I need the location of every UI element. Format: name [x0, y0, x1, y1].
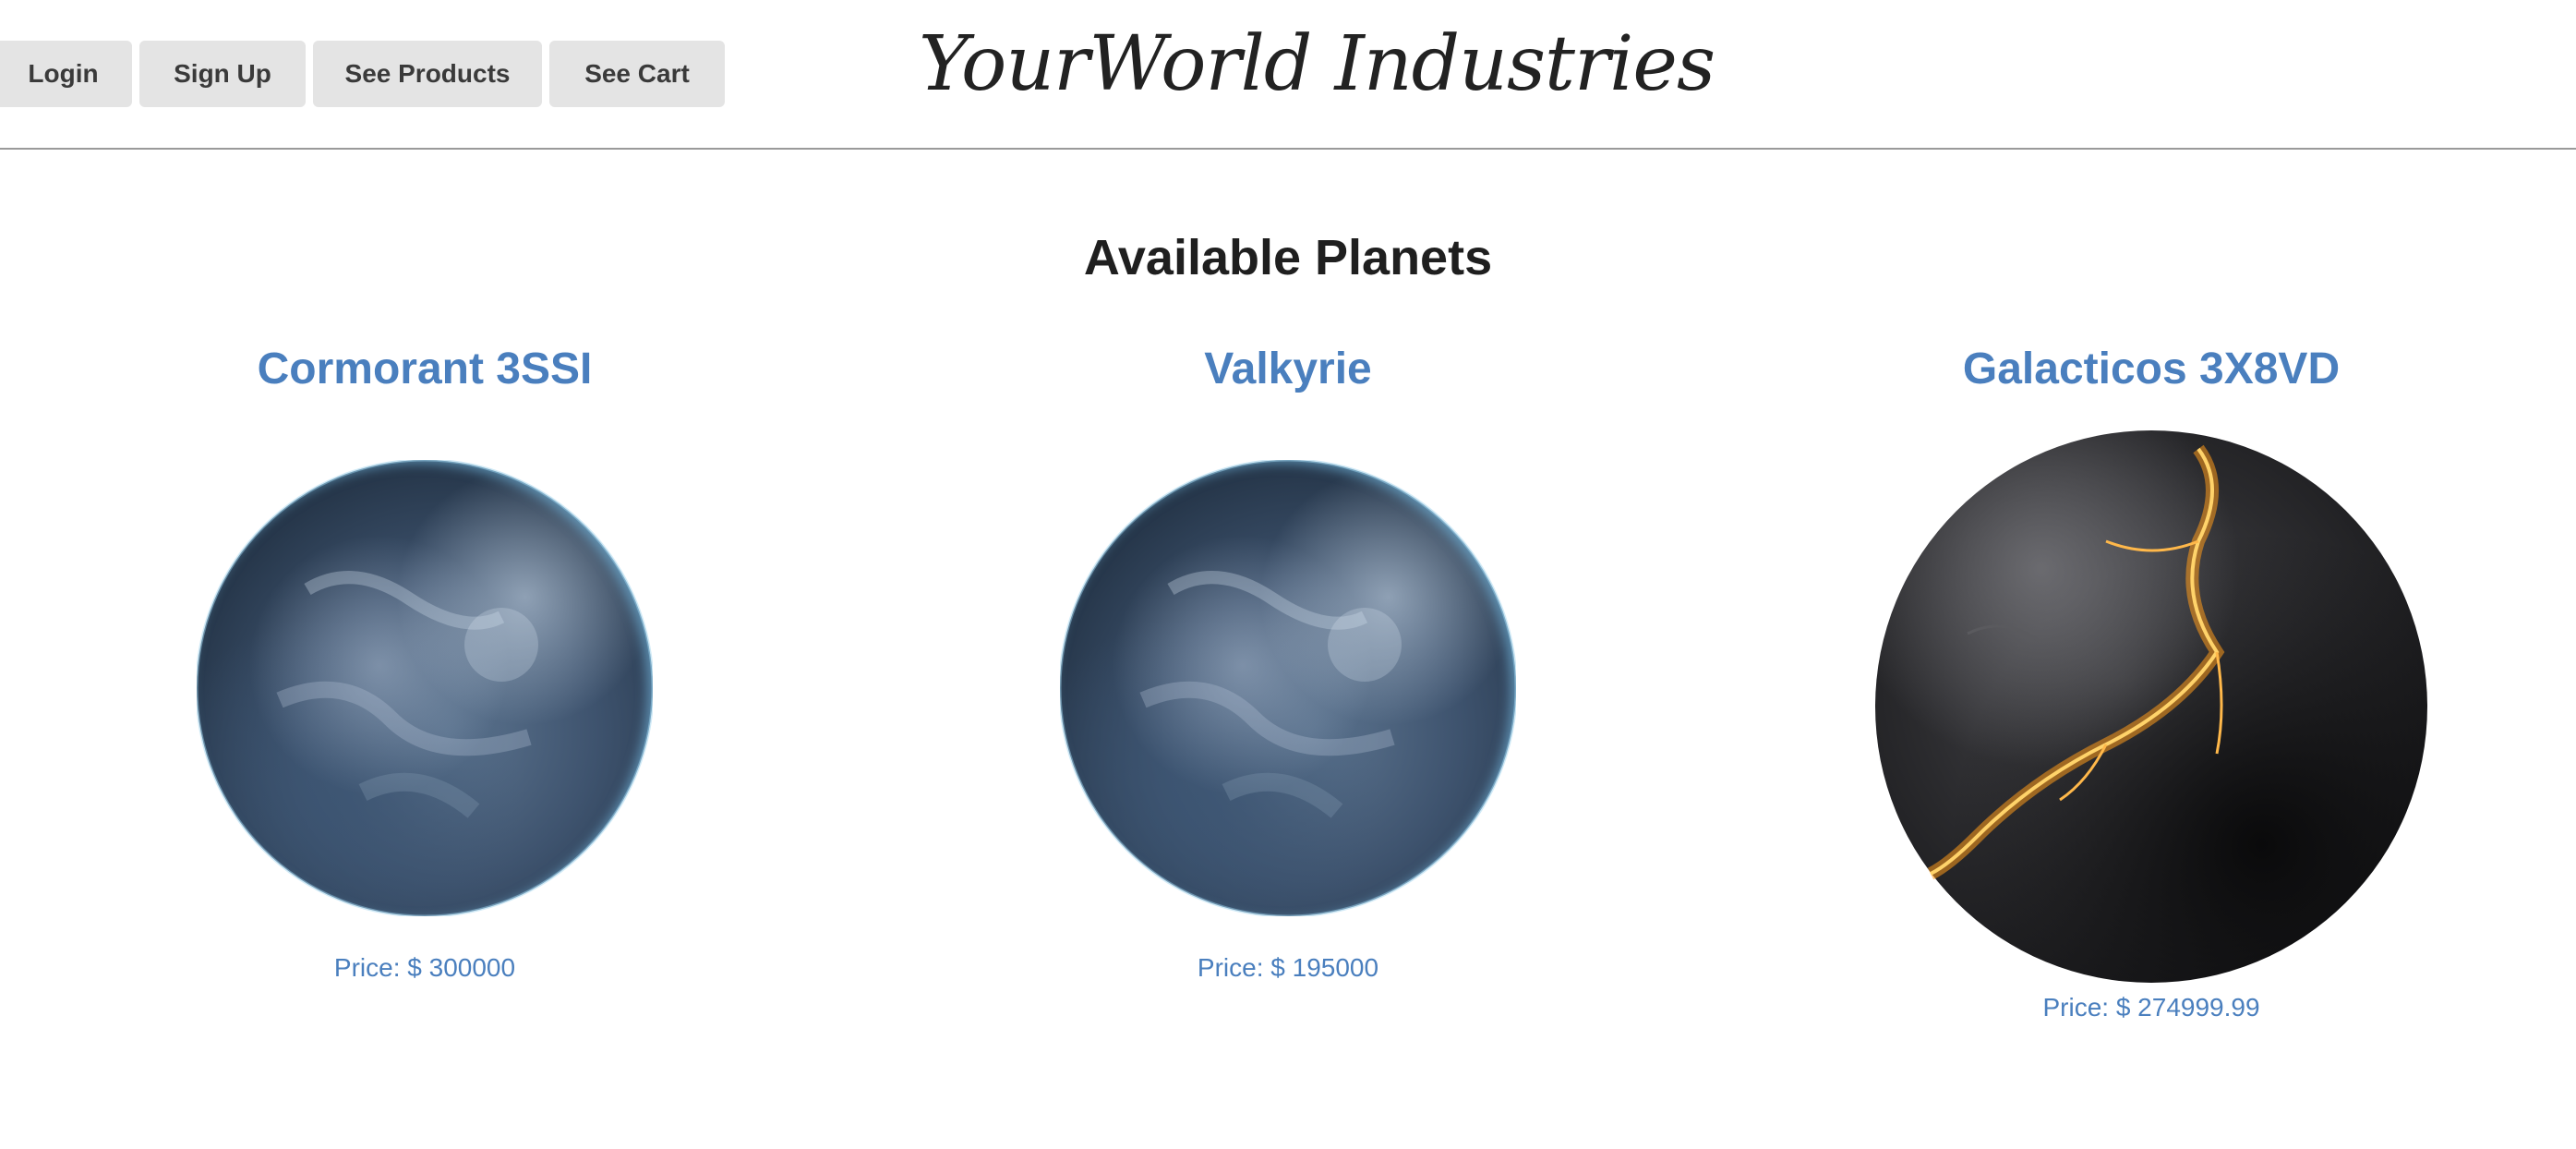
sign-up-button[interactable]: Sign Up [139, 41, 306, 107]
planet-image[interactable] [197, 460, 653, 916]
login-button[interactable]: Login [0, 41, 132, 107]
nav-bar: Login Sign Up See Products See Cart [0, 41, 725, 107]
product-title[interactable]: Cormorant 3SSI [74, 344, 776, 408]
planet-texture [197, 460, 653, 916]
planet-texture [1927, 444, 2225, 880]
product-price: Price: $ 274999.99 [2042, 993, 2260, 1022]
product-price: Price: $ 195000 [1197, 953, 1379, 982]
product-card: Cormorant 3SSI Price: $ 300000 [74, 344, 776, 982]
product-card: Valkyrie Price: $ 195000 [937, 344, 1639, 982]
site-header: Login Sign Up See Products See Cart Your… [0, 0, 2576, 150]
product-card: Galacticos 3X8VD Price: $ 274999.99 [1800, 344, 2502, 1022]
brand-title: YourWorld Industries [919, 20, 1715, 108]
planet-image[interactable] [1875, 430, 2427, 983]
planet-image[interactable] [1060, 460, 1516, 916]
page-title: Available Planets [1083, 230, 1493, 285]
see-cart-button[interactable]: See Cart [549, 41, 725, 107]
planet-texture [1060, 460, 1516, 916]
product-title[interactable]: Valkyrie [937, 344, 1639, 408]
see-products-button[interactable]: See Products [313, 41, 542, 107]
product-price: Price: $ 300000 [333, 953, 516, 982]
product-title[interactable]: Galacticos 3X8VD [1800, 344, 2502, 408]
